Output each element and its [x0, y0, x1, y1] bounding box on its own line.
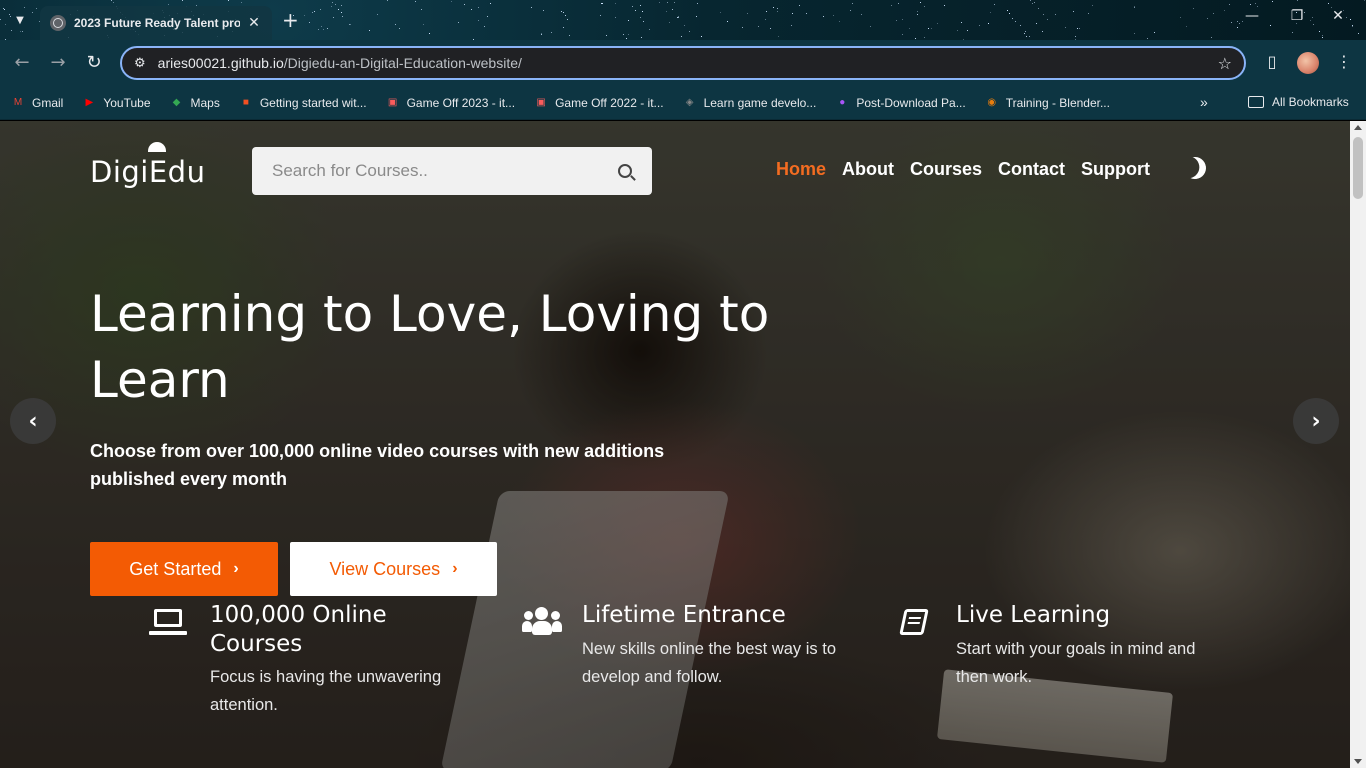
feature-description: New skills online the best way is to dev…	[582, 640, 837, 686]
get-started-label: Get Started	[129, 558, 222, 579]
feature-title: Live Learning	[956, 602, 1111, 628]
feature-title: Lifetime Entrance	[582, 602, 786, 628]
bookmark-item[interactable]: ■ Getting started wit...	[238, 95, 367, 111]
feature-description: Start with your goals in mind and then w…	[956, 640, 1196, 686]
globe-icon	[50, 15, 66, 31]
nav-contact[interactable]: Contact	[998, 159, 1065, 180]
view-courses-label: View Courses	[329, 558, 441, 579]
itch-icon: ▣	[536, 97, 546, 108]
feature-description: Focus is having the unwavering attention…	[210, 668, 442, 714]
feature-title: 100,000 Online Courses	[210, 602, 387, 657]
side-panel-icon[interactable]: ▯	[1260, 52, 1284, 71]
carousel-prev-button[interactable]: ‹	[10, 398, 56, 444]
bookmark-item[interactable]: ◈ Learn game develo...	[682, 95, 817, 111]
nav-courses[interactable]: Courses	[910, 159, 982, 180]
bookmark-label: Gmail	[32, 95, 64, 110]
page-viewport: DigiEdu Home About Courses Contact Suppo…	[0, 121, 1350, 768]
tab-search-button[interactable]: ▼	[8, 8, 32, 32]
menu-kebab-icon[interactable]: ⋮	[1332, 52, 1356, 71]
all-bookmarks-label: All Bookmarks	[1272, 95, 1349, 109]
search-icon[interactable]	[618, 164, 632, 178]
main-nav: Home About Courses Contact Support	[776, 159, 1166, 180]
hero-title: Learning to Love, Loving to Learn	[90, 285, 770, 409]
bookmark-label: Learn game develo...	[703, 95, 817, 110]
graduation-cap-icon	[148, 142, 166, 152]
all-bookmarks-button[interactable]: All Bookmarks	[1248, 95, 1349, 109]
bookmark-item[interactable]: M Gmail	[10, 95, 64, 111]
course-search-box	[252, 147, 652, 195]
bookmark-item[interactable]: ◉ Training - Blender...	[984, 95, 1110, 111]
bookmark-item[interactable]: ▣ Game Off 2022 - it...	[533, 95, 664, 111]
view-courses-button[interactable]: View Courses ›	[290, 542, 497, 596]
forward-icon[interactable]: →	[46, 52, 70, 76]
get-started-button[interactable]: Get Started ›	[90, 542, 278, 596]
hero-subtitle: Choose from over 100,000 online video co…	[90, 441, 665, 489]
back-icon[interactable]: ←	[10, 52, 34, 76]
bookmark-label: Getting started wit...	[259, 95, 367, 110]
youtube-icon: ▶	[85, 97, 94, 108]
book-icon	[898, 607, 934, 637]
nav-support[interactable]: Support	[1081, 159, 1150, 180]
address-bar[interactable]: ⚙ aries00021.github.io/Digiedu-an-Digita…	[120, 46, 1246, 80]
unity-icon: ◈	[685, 97, 694, 108]
page-scrollbar[interactable]	[1350, 121, 1366, 768]
bookmark-label: Game Off 2023 - it...	[406, 95, 516, 110]
dark-mode-moon-icon[interactable]	[1181, 154, 1209, 182]
nav-about[interactable]: About	[842, 159, 894, 180]
blender-icon: ◉	[987, 97, 997, 108]
chevron-right-icon: ›	[452, 560, 458, 577]
itch-icon: ▣	[387, 97, 398, 108]
close-window-icon[interactable]: ✕	[1324, 8, 1352, 24]
more-bookmarks-icon[interactable]: »	[1200, 94, 1208, 110]
nav-home[interactable]: Home	[776, 159, 826, 180]
restore-icon[interactable]: ❐	[1283, 8, 1311, 24]
maps-icon: ◆	[172, 97, 181, 108]
bookmark-item[interactable]: ▶ YouTube	[81, 95, 150, 111]
users-icon	[522, 607, 562, 637]
browser-tab[interactable]: 2023 Future Ready Talent proj ✕	[40, 6, 272, 40]
scroll-up-arrow-icon[interactable]	[1354, 125, 1362, 130]
laptop-icon	[149, 607, 188, 637]
bookmark-label: Training - Blender...	[1005, 95, 1110, 110]
reload-icon[interactable]: ↻	[82, 52, 106, 76]
chevron-right-icon: ›	[233, 560, 239, 577]
minimize-icon[interactable]: —	[1238, 8, 1266, 24]
bookmark-label: Maps	[190, 95, 220, 110]
browser-toolbar: ← → ↻ ⚙ aries00021.github.io/Digiedu-an-…	[0, 40, 1366, 86]
bookmark-label: YouTube	[103, 95, 151, 110]
site-info-icon[interactable]: ⚙	[134, 56, 146, 71]
tab-strip: ▼ 2023 Future Ready Talent proj ✕ + — ❐ …	[0, 0, 1366, 40]
search-input[interactable]	[272, 161, 618, 181]
close-tab-icon[interactable]: ✕	[246, 15, 262, 31]
tab-title: 2023 Future Ready Talent proj	[74, 16, 240, 30]
url-text[interactable]: aries00021.github.io/Digiedu-an-Digital-…	[158, 55, 1218, 71]
bookmark-star-icon[interactable]: ☆	[1218, 54, 1232, 73]
gmail-icon: M	[13, 97, 23, 108]
carousel-next-button[interactable]: ›	[1293, 398, 1339, 444]
pd-icon: ●	[839, 97, 846, 108]
bookmark-item[interactable]: ▣ Game Off 2023 - it...	[385, 95, 516, 111]
bookmark-label: Game Off 2022 - it...	[555, 95, 664, 110]
bookmark-label: Post-Download Pa...	[856, 95, 966, 110]
profile-avatar[interactable]	[1297, 52, 1319, 74]
scrollbar-thumb[interactable]	[1353, 137, 1363, 199]
new-tab-button[interactable]: +	[282, 8, 299, 32]
bookmark-item[interactable]: ● Post-Download Pa...	[834, 95, 965, 111]
bookmark-item[interactable]: ◆ Maps	[169, 95, 220, 111]
scroll-down-arrow-icon[interactable]	[1354, 759, 1362, 764]
site-logo[interactable]: DigiEdu	[90, 155, 205, 189]
bookmarks-bar: M Gmail ▶ YouTube ◆ Maps ■ Getting started wit.…	[0, 86, 1366, 120]
folder-icon	[1248, 96, 1264, 108]
microsoft-icon: ■	[242, 97, 249, 108]
